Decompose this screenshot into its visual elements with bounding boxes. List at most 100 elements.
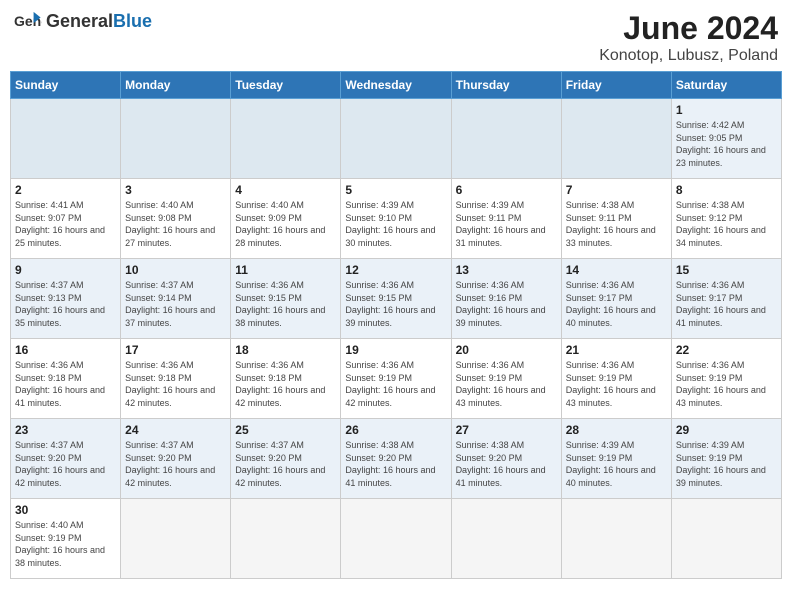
day-info: Sunrise: 4:39 AM Sunset: 9:19 PM Dayligh… (566, 439, 667, 489)
day-info: Sunrise: 4:38 AM Sunset: 9:11 PM Dayligh… (566, 199, 667, 249)
day-number: 18 (235, 343, 336, 357)
calendar-day-cell (231, 499, 341, 579)
day-info: Sunrise: 4:36 AM Sunset: 9:18 PM Dayligh… (15, 359, 116, 409)
calendar-day-cell: 25Sunrise: 4:37 AM Sunset: 9:20 PM Dayli… (231, 419, 341, 499)
calendar-day-cell: 8 Sunrise: 4:38 AM Sunset: 9:12 PM Daylig… (671, 179, 781, 259)
day-info: Sunrise: 4:39 AM Sunset: 9:10 PM Dayligh… (345, 199, 446, 249)
calendar-day-cell: 14 Sunrise: 4:36 AM Sunset: 9:17 PM Dayli… (561, 259, 671, 339)
calendar-day-cell: 22Sunrise: 4:36 AM Sunset: 9:19 PM Dayli… (671, 339, 781, 419)
day-number: 30 (15, 503, 116, 517)
day-number: 1 (676, 103, 777, 117)
header-sunday: Sunday (11, 72, 121, 99)
day-info: Sunrise: 4:36 AM Sunset: 9:15 PM Dayligh… (235, 279, 336, 329)
logo-blue-text: Blue (113, 11, 152, 31)
day-number: 21 (566, 343, 667, 357)
calendar-week-row: 23 Sunrise: 4:37 AM Sunset: 9:20 PM Dayli… (11, 419, 782, 499)
calendar-header: SundayMondayTuesdayWednesdayThursdayFrid… (11, 72, 782, 99)
title-block: June 2024 Konotop, Lubusz, Poland (599, 10, 778, 65)
day-number: 7 (566, 183, 667, 197)
day-number: 29 (676, 423, 777, 437)
day-info: Sunrise: 4:36 AM Sunset: 9:18 PM Dayligh… (125, 359, 226, 409)
calendar-day-cell (561, 499, 671, 579)
calendar-day-cell: 13 Sunrise: 4:36 AM Sunset: 9:16 PM Dayli… (451, 259, 561, 339)
calendar-day-cell: 11 Sunrise: 4:36 AM Sunset: 9:15 PM Dayli… (231, 259, 341, 339)
day-info: Sunrise: 4:37 AM Sunset: 9:20 PM Dayligh… (15, 439, 116, 489)
day-number: 26 (345, 423, 446, 437)
day-info: Sunrise: 4:36 AM Sunset: 9:19 PM Dayligh… (566, 359, 667, 409)
day-info: Sunrise: 4:40 AM Sunset: 9:19 PM Dayligh… (15, 519, 116, 569)
calendar-day-cell: 7 Sunrise: 4:38 AM Sunset: 9:11 PM Daylig… (561, 179, 671, 259)
header-tuesday: Tuesday (231, 72, 341, 99)
day-number: 17 (125, 343, 226, 357)
day-info: Sunrise: 4:36 AM Sunset: 9:19 PM Dayligh… (345, 359, 446, 409)
day-number: 9 (15, 263, 116, 277)
day-number: 6 (456, 183, 557, 197)
header-saturday: Saturday (671, 72, 781, 99)
day-number: 2 (15, 183, 116, 197)
calendar-day-cell: 27 Sunrise: 4:38 AM Sunset: 9:20 PM Dayli… (451, 419, 561, 499)
calendar-day-cell: 29 Sunrise: 4:39 AM Sunset: 9:19 PM Dayli… (671, 419, 781, 499)
day-number: 23 (15, 423, 116, 437)
day-info: Sunrise: 4:36 AM Sunset: 9:17 PM Dayligh… (566, 279, 667, 329)
day-info: Sunrise: 4:42 AM Sunset: 9:05 PM Dayligh… (676, 119, 777, 169)
header-wednesday: Wednesday (341, 72, 451, 99)
header-thursday: Thursday (451, 72, 561, 99)
day-info: Sunrise: 4:39 AM Sunset: 9:19 PM Dayligh… (676, 439, 777, 489)
calendar-day-cell (561, 99, 671, 179)
calendar-day-cell: 5Sunrise: 4:39 AM Sunset: 9:10 PM Daylig… (341, 179, 451, 259)
day-info: Sunrise: 4:40 AM Sunset: 9:09 PM Dayligh… (235, 199, 336, 249)
day-number: 14 (566, 263, 667, 277)
day-info: Sunrise: 4:41 AM Sunset: 9:07 PM Dayligh… (15, 199, 116, 249)
calendar-week-row: 16 Sunrise: 4:36 AM Sunset: 9:18 PM Dayli… (11, 339, 782, 419)
calendar-day-cell (671, 499, 781, 579)
calendar-day-cell: 26Sunrise: 4:38 AM Sunset: 9:20 PM Dayli… (341, 419, 451, 499)
calendar-day-cell: 23 Sunrise: 4:37 AM Sunset: 9:20 PM Dayli… (11, 419, 121, 499)
calendar-day-cell: 17 Sunrise: 4:36 AM Sunset: 9:18 PM Dayli… (121, 339, 231, 419)
day-info: Sunrise: 4:36 AM Sunset: 9:18 PM Dayligh… (235, 359, 336, 409)
header-row: SundayMondayTuesdayWednesdayThursdayFrid… (11, 72, 782, 99)
calendar-week-row: 1 Sunrise: 4:42 AM Sunset: 9:05 PM Daylig… (11, 99, 782, 179)
calendar-body: 1 Sunrise: 4:42 AM Sunset: 9:05 PM Daylig… (11, 99, 782, 579)
day-info: Sunrise: 4:36 AM Sunset: 9:16 PM Dayligh… (456, 279, 557, 329)
day-number: 28 (566, 423, 667, 437)
day-number: 11 (235, 263, 336, 277)
day-number: 13 (456, 263, 557, 277)
day-number: 20 (456, 343, 557, 357)
calendar-day-cell: 18 Sunrise: 4:36 AM Sunset: 9:18 PM Dayli… (231, 339, 341, 419)
day-info: Sunrise: 4:36 AM Sunset: 9:19 PM Dayligh… (456, 359, 557, 409)
day-info: Sunrise: 4:38 AM Sunset: 9:12 PM Dayligh… (676, 199, 777, 249)
calendar-day-cell (341, 99, 451, 179)
header-monday: Monday (121, 72, 231, 99)
calendar-title: June 2024 (599, 10, 778, 47)
day-number: 27 (456, 423, 557, 437)
calendar-day-cell: 12Sunrise: 4:36 AM Sunset: 9:15 PM Dayli… (341, 259, 451, 339)
day-info: Sunrise: 4:37 AM Sunset: 9:14 PM Dayligh… (125, 279, 226, 329)
calendar-day-cell (121, 499, 231, 579)
calendar-week-row: 9Sunrise: 4:37 AM Sunset: 9:13 PM Daylig… (11, 259, 782, 339)
day-info: Sunrise: 4:40 AM Sunset: 9:08 PM Dayligh… (125, 199, 226, 249)
day-info: Sunrise: 4:39 AM Sunset: 9:11 PM Dayligh… (456, 199, 557, 249)
day-number: 8 (676, 183, 777, 197)
logo-general-text: General (46, 11, 113, 31)
calendar-day-cell: 9Sunrise: 4:37 AM Sunset: 9:13 PM Daylig… (11, 259, 121, 339)
logo: General GeneralBlue (14, 10, 152, 32)
day-number: 4 (235, 183, 336, 197)
calendar-day-cell (451, 499, 561, 579)
calendar-subtitle: Konotop, Lubusz, Poland (599, 47, 778, 65)
calendar-day-cell: 10 Sunrise: 4:37 AM Sunset: 9:14 PM Dayli… (121, 259, 231, 339)
day-info: Sunrise: 4:36 AM Sunset: 9:15 PM Dayligh… (345, 279, 446, 329)
calendar-day-cell: 4 Sunrise: 4:40 AM Sunset: 9:09 PM Daylig… (231, 179, 341, 259)
calendar-day-cell: 21 Sunrise: 4:36 AM Sunset: 9:19 PM Dayli… (561, 339, 671, 419)
day-info: Sunrise: 4:38 AM Sunset: 9:20 PM Dayligh… (456, 439, 557, 489)
calendar-table: SundayMondayTuesdayWednesdayThursdayFrid… (10, 71, 782, 579)
calendar-day-cell (11, 99, 121, 179)
day-number: 10 (125, 263, 226, 277)
day-number: 15 (676, 263, 777, 277)
calendar-day-cell: 2 Sunrise: 4:41 AM Sunset: 9:07 PM Daylig… (11, 179, 121, 259)
calendar-day-cell (121, 99, 231, 179)
calendar-day-cell: 24Sunrise: 4:37 AM Sunset: 9:20 PM Dayli… (121, 419, 231, 499)
day-number: 16 (15, 343, 116, 357)
calendar-day-cell: 28 Sunrise: 4:39 AM Sunset: 9:19 PM Dayli… (561, 419, 671, 499)
calendar-week-row: 2 Sunrise: 4:41 AM Sunset: 9:07 PM Daylig… (11, 179, 782, 259)
day-number: 25 (235, 423, 336, 437)
